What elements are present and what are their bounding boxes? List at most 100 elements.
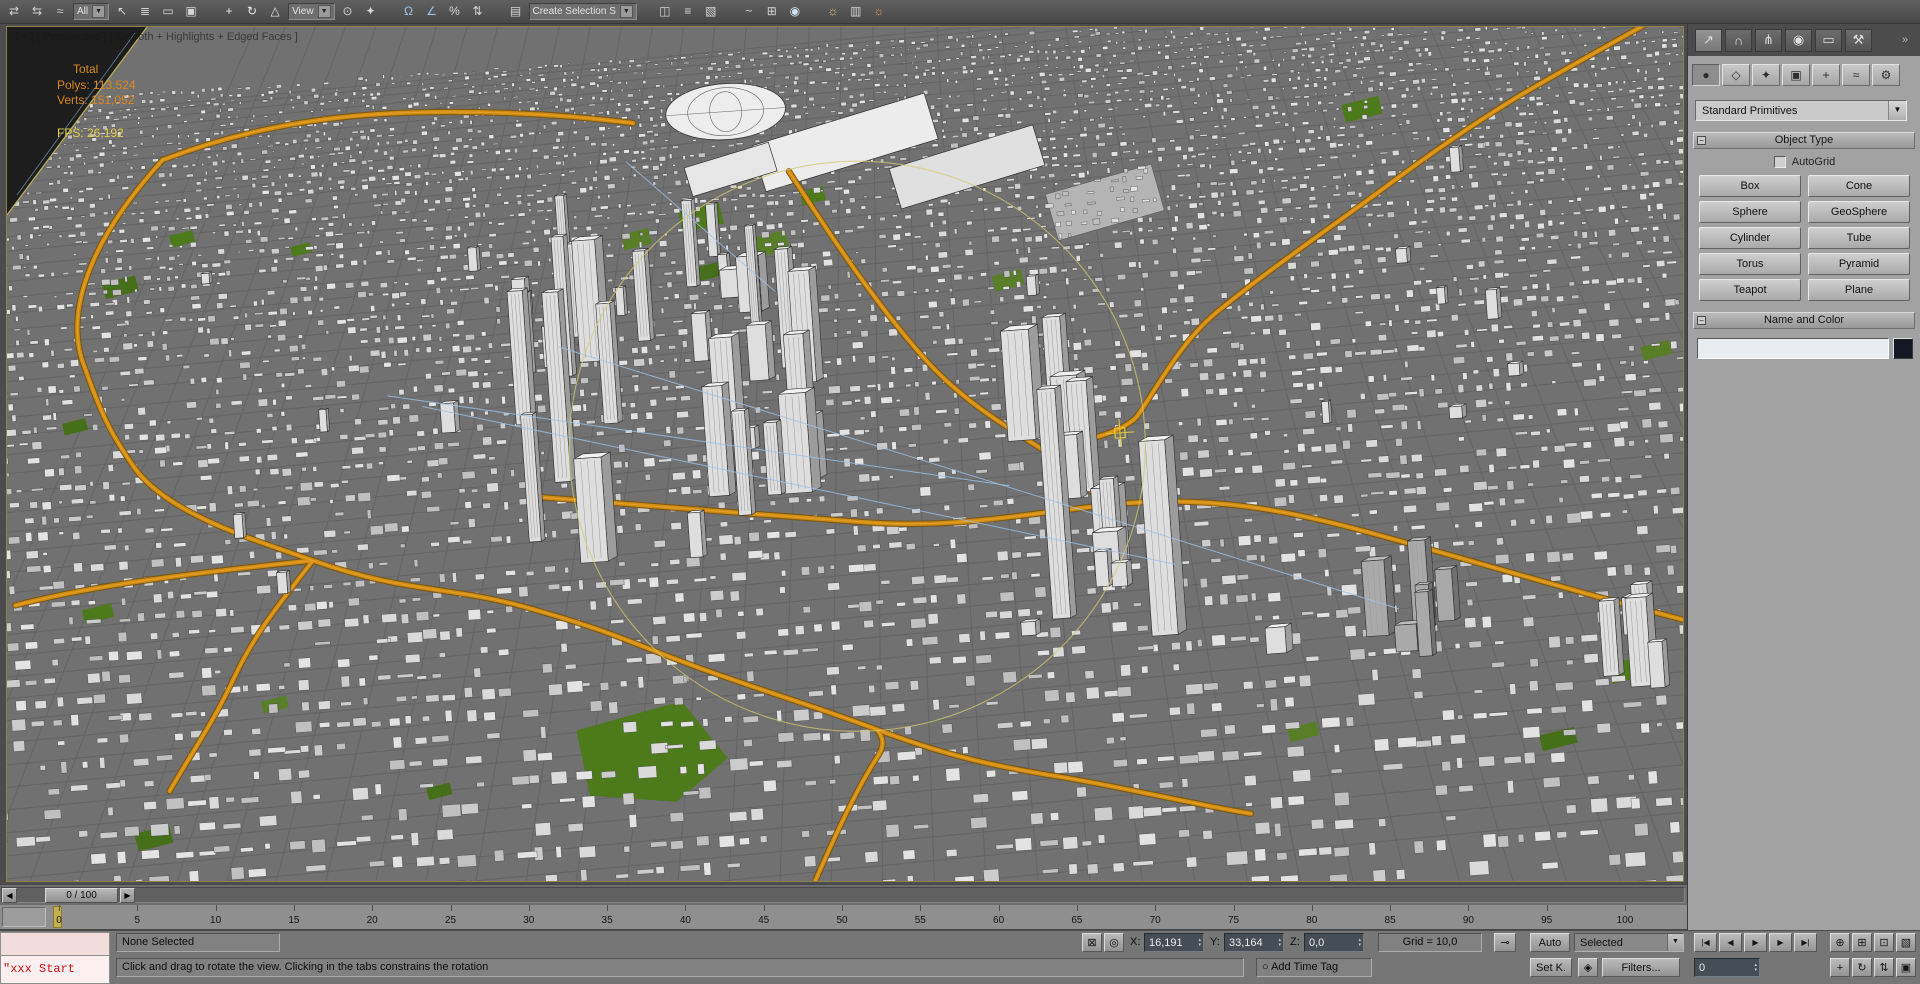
tab-hierarchy[interactable]: ⋔ xyxy=(1755,28,1782,52)
align-icon[interactable]: ≡ xyxy=(678,3,698,21)
track-bar[interactable]: 0 5 10 15 20 25 30 35 40 45 50 55 60 65 70 75 80 85 90 95 10… xyxy=(0,905,1687,930)
tab-display[interactable]: ▭ xyxy=(1815,28,1842,52)
selection-filter-dropdown[interactable]: All ▼ xyxy=(73,3,110,20)
select-object-icon[interactable]: ↖ xyxy=(112,3,132,21)
zoom-region-icon[interactable]: ▧ xyxy=(1896,933,1916,952)
object-type-button-geosphere[interactable]: GeoSphere xyxy=(1808,201,1910,223)
category-cameras-icon[interactable]: ▣ xyxy=(1782,64,1810,86)
spinner-icon[interactable]: ▴ ▾ xyxy=(1358,937,1361,948)
snap-toggle-icon[interactable]: Ω xyxy=(399,3,419,21)
set-key-button[interactable]: Set K. xyxy=(1530,958,1572,977)
selection-lock-icon[interactable]: ⊠ xyxy=(1082,933,1102,952)
curve-editor-icon[interactable]: ~ xyxy=(739,3,759,21)
mirror-icon[interactable]: ◫ xyxy=(655,3,675,21)
category-shapes-icon[interactable]: ◇ xyxy=(1722,64,1750,86)
spinner-icon[interactable]: ▴ ▾ xyxy=(1278,937,1281,948)
bind-to-space-warp-icon[interactable]: ≈ xyxy=(50,3,70,21)
key-mode-dropdown[interactable]: Selected ▼ xyxy=(1574,933,1684,952)
object-type-button-cylinder[interactable]: Cylinder xyxy=(1699,227,1801,249)
zoom-all-icon[interactable]: ⊞ xyxy=(1852,933,1872,952)
reference-coordinate-dropdown[interactable]: View ▼ xyxy=(288,3,335,20)
layer-manager-icon[interactable]: ▧ xyxy=(701,3,721,21)
select-and-manipulate-icon[interactable]: ✦ xyxy=(361,3,381,21)
object-type-button-tube[interactable]: Tube xyxy=(1808,227,1910,249)
go-to-start-icon[interactable]: |◀ xyxy=(1694,933,1717,952)
set-key-toggle-icon[interactable]: ⊸ xyxy=(1494,933,1516,952)
auto-key-button[interactable]: Auto xyxy=(1530,933,1570,952)
render-production-icon[interactable]: ☼ xyxy=(869,3,889,21)
play-icon[interactable]: ▶ xyxy=(1744,933,1767,952)
viewport-canvas[interactable]: Total Polys: 113,524Verts: 151,052 FPS: 26… xyxy=(7,27,1683,881)
perspective-viewport[interactable]: Total Polys: 113,524 Verts: 151,052 FPS: 26… xyxy=(6,26,1684,882)
time-slider[interactable]: ◀ 0 / 100 ▶ xyxy=(0,884,1687,905)
object-type-button-cone[interactable]: Cone xyxy=(1808,175,1910,197)
edit-named-selection-sets-icon[interactable]: ▤ xyxy=(506,3,526,21)
material-editor-icon[interactable]: ◉ xyxy=(785,3,805,21)
viewport-label[interactable]: [ + ] [ Perspective ] [ Smooth + Highlig… xyxy=(15,31,298,43)
select-by-name-icon[interactable]: ≣ xyxy=(135,3,155,21)
add-time-tag[interactable]: ○ Add Time Tag xyxy=(1256,958,1372,977)
category-lights-icon[interactable]: ✦ xyxy=(1752,64,1780,86)
zoom-extents-icon[interactable]: ⊡ xyxy=(1874,933,1894,952)
object-type-button-plane[interactable]: Plane xyxy=(1808,279,1910,301)
zoom-icon[interactable]: ⊕ xyxy=(1830,933,1850,952)
tab-create[interactable]: ↗ xyxy=(1695,28,1722,52)
x-coord-field[interactable]: 16,191 ▴ ▾ xyxy=(1144,933,1204,952)
key-filters-icon[interactable]: ◈ xyxy=(1578,958,1598,977)
use-center-icon[interactable]: ⊙ xyxy=(338,3,358,21)
select-and-rotate-icon[interactable]: ↻ xyxy=(242,3,262,21)
object-type-button-pyramid[interactable]: Pyramid xyxy=(1808,253,1910,275)
category-geometry-icon[interactable]: ● xyxy=(1692,64,1720,86)
object-type-rollout-header[interactable]: − Object Type xyxy=(1693,132,1915,149)
window-crossing-icon[interactable]: ▣ xyxy=(181,3,201,21)
key-filters-button[interactable]: Filters... xyxy=(1602,958,1680,977)
previous-frame-icon[interactable]: ◀ xyxy=(1719,933,1742,952)
previous-frame-arrow-icon[interactable]: ◀ xyxy=(2,888,17,903)
category-helpers-icon[interactable]: + xyxy=(1812,64,1840,86)
panel-pin-icon[interactable]: » xyxy=(1896,31,1914,49)
chevron-down-icon[interactable]: ▼ xyxy=(1667,934,1683,951)
pan-view-icon[interactable]: + xyxy=(1830,958,1850,977)
current-frame-field[interactable]: 0 ▴ ▾ xyxy=(1694,958,1760,977)
listener-pane[interactable]: "xxx Start xyxy=(0,956,110,984)
schematic-view-icon[interactable]: ⊞ xyxy=(762,3,782,21)
object-name-input[interactable] xyxy=(1697,338,1889,359)
object-type-button-sphere[interactable]: Sphere xyxy=(1699,201,1801,223)
macro-recorder-pane[interactable] xyxy=(0,932,110,956)
primitive-category-dropdown[interactable]: Standard Primitives ▼ xyxy=(1695,100,1907,121)
absolute-offset-toggle-icon[interactable]: ◎ xyxy=(1104,933,1124,952)
y-coord-field[interactable]: 33,164 ▴ ▾ xyxy=(1224,933,1284,952)
unlink-selection-icon[interactable]: ⇆ xyxy=(27,3,47,21)
render-setup-icon[interactable]: ☼ xyxy=(823,3,843,21)
rendered-frame-icon[interactable]: ▥ xyxy=(846,3,866,21)
tab-modify[interactable]: ∩ xyxy=(1725,28,1752,52)
tab-utilities[interactable]: ⚒ xyxy=(1845,28,1872,52)
tab-motion[interactable]: ◉ xyxy=(1785,28,1812,52)
named-selection-set-dropdown[interactable]: Create Selection S ▼ xyxy=(528,3,637,20)
spinner-icon[interactable]: ▴ ▾ xyxy=(1754,962,1757,973)
z-coord-field[interactable]: 0,0 ▴ ▾ xyxy=(1304,933,1364,952)
autogrid-checkbox[interactable] xyxy=(1773,156,1786,168)
next-frame-arrow-icon[interactable]: ▶ xyxy=(120,888,135,903)
spinner-icon[interactable]: ▴ ▾ xyxy=(1198,937,1201,948)
orbit-icon[interactable]: ↻ xyxy=(1852,958,1872,977)
object-color-swatch[interactable] xyxy=(1893,338,1913,359)
object-type-button-teapot[interactable]: Teapot xyxy=(1699,279,1801,301)
select-and-scale-icon[interactable]: △ xyxy=(265,3,285,21)
maximize-viewport-icon[interactable]: ▣ xyxy=(1896,958,1916,977)
select-and-link-icon[interactable]: ⇄ xyxy=(4,3,24,21)
chevron-down-icon[interactable]: ▼ xyxy=(1888,101,1906,120)
dolly-icon[interactable]: ⇅ xyxy=(1874,958,1894,977)
category-space-warps-icon[interactable]: ≈ xyxy=(1842,64,1870,86)
object-type-button-torus[interactable]: Torus xyxy=(1699,253,1801,275)
percent-snap-icon[interactable]: % xyxy=(445,3,465,21)
name-color-rollout-header[interactable]: − Name and Color xyxy=(1693,312,1915,329)
angle-snap-icon[interactable]: ∠ xyxy=(422,3,442,21)
selection-region-icon[interactable]: ▭ xyxy=(158,3,178,21)
next-frame-icon[interactable]: ▶ xyxy=(1769,933,1792,952)
go-to-end-icon[interactable]: ▶| xyxy=(1794,933,1817,952)
category-systems-icon[interactable]: ⚙ xyxy=(1872,64,1900,86)
spinner-snap-icon[interactable]: ⇅ xyxy=(468,3,488,21)
time-slider-track[interactable] xyxy=(1,887,1685,903)
time-slider-handle[interactable]: 0 / 100 xyxy=(45,888,118,903)
